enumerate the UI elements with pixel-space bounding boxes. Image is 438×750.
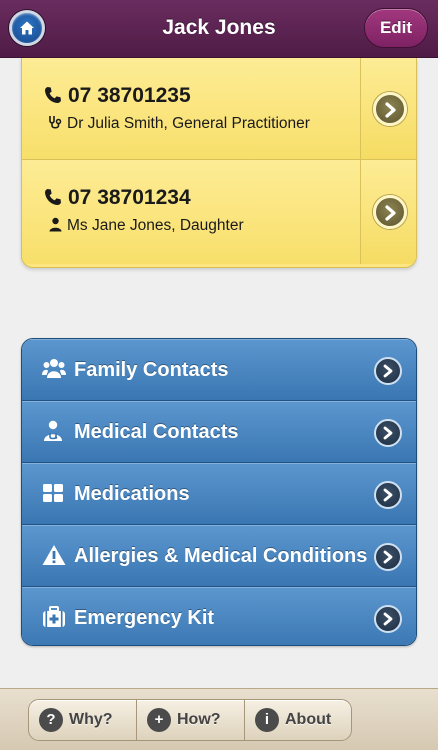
chevron-right-icon[interactable] <box>374 357 402 385</box>
about-button[interactable]: i About <box>245 700 351 740</box>
menu-item-medications[interactable]: Medications <box>22 463 416 525</box>
why-button[interactable]: ? Why? <box>29 700 137 740</box>
contact-phone: 07 38701235 <box>44 84 191 108</box>
menu-item-label: Emergency Kit <box>74 607 215 629</box>
home-button[interactable] <box>9 10 45 46</box>
contact-details-cell[interactable] <box>360 160 416 264</box>
doctor-icon <box>44 420 62 441</box>
medical-kit-icon <box>43 606 65 627</box>
menu-item-allergies[interactable]: Allergies & Medical Conditions <box>22 525 416 587</box>
header-bar: Jack Jones Edit <box>0 0 438 58</box>
contact-row[interactable]: 07 38701234 Ms Jane Jones, Daughter <box>22 160 416 264</box>
grid-icon <box>43 484 63 502</box>
menu-item-medical-contacts[interactable]: Medical Contacts <box>22 401 416 463</box>
edit-button[interactable]: Edit <box>364 8 428 48</box>
how-button[interactable]: + How? <box>137 700 245 740</box>
contact-phone: 07 38701234 <box>44 186 191 210</box>
menu-item-emergency-kit[interactable]: Emergency Kit <box>22 587 416 645</box>
menu-item-label: Medications <box>74 483 190 505</box>
contact-name: Dr Julia Smith, General Practitioner <box>48 115 310 133</box>
page-title: Jack Jones <box>162 16 276 39</box>
phone-icon <box>45 87 61 103</box>
chevron-right-icon[interactable] <box>373 195 407 229</box>
chevron-right-icon[interactable] <box>374 605 402 633</box>
contact-phone-number: 07 38701235 <box>68 84 191 107</box>
plus-icon: + <box>147 708 171 732</box>
bottom-toolbar: ? Why? + How? i About <box>0 688 438 750</box>
menu-item-label: Family Contacts <box>74 359 229 381</box>
phone-icon <box>45 189 61 205</box>
info-segmented-control: ? Why? + How? i About <box>28 699 352 741</box>
question-icon: ? <box>39 708 63 732</box>
how-label: How? <box>177 711 221 728</box>
group-icon <box>42 359 66 378</box>
menu-item-label: Medical Contacts <box>74 421 239 443</box>
contact-name-text: Ms Jane Jones, Daughter <box>67 217 244 234</box>
contact-name-text: Dr Julia Smith, General Practitioner <box>67 115 310 132</box>
warning-icon <box>42 545 66 565</box>
contact-phone-number: 07 38701234 <box>68 186 191 209</box>
chevron-right-icon[interactable] <box>374 481 402 509</box>
quick-contacts-card: 07 38701235 Dr Julia Smith, General Prac… <box>21 58 417 268</box>
why-label: Why? <box>69 711 113 728</box>
about-label: About <box>285 711 332 728</box>
main-menu: Family Contacts Medical Contacts Medicat… <box>21 338 417 646</box>
contact-name: Ms Jane Jones, Daughter <box>48 217 244 235</box>
contact-row[interactable]: 07 38701235 Dr Julia Smith, General Prac… <box>22 58 416 160</box>
person-icon <box>49 217 62 232</box>
stethoscope-icon <box>49 116 62 129</box>
home-icon <box>20 21 34 35</box>
chevron-right-icon[interactable] <box>373 91 407 126</box>
menu-item-label: Allergies & Medical Conditions <box>74 545 368 567</box>
menu-item-family-contacts[interactable]: Family Contacts <box>22 339 416 401</box>
chevron-right-icon[interactable] <box>374 543 402 571</box>
chevron-right-icon[interactable] <box>374 419 402 447</box>
info-icon: i <box>255 708 279 732</box>
contact-details-cell[interactable] <box>360 58 416 159</box>
